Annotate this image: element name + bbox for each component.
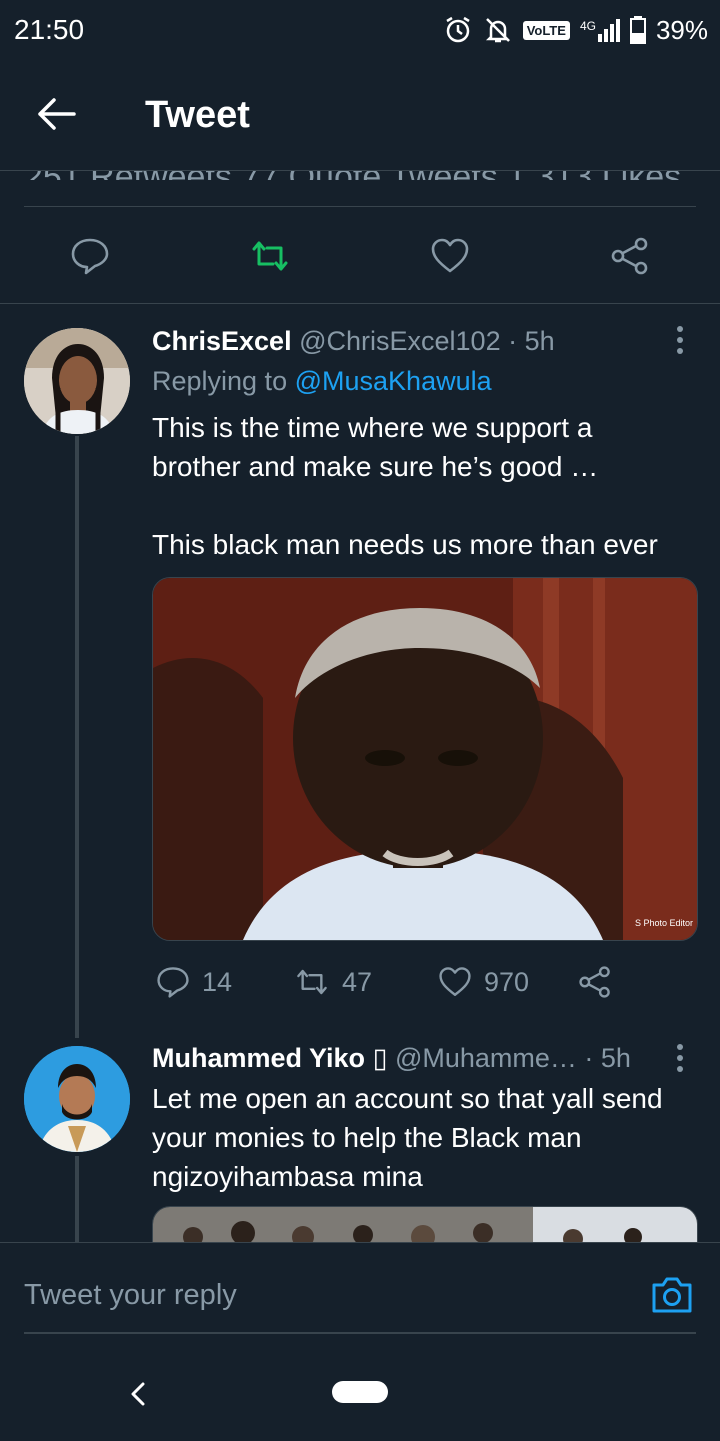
name-emoji: ▯ (372, 1043, 388, 1073)
reply-icon[interactable] (70, 236, 110, 276)
arrow-left-icon[interactable] (34, 92, 78, 136)
tweet-action-bar (0, 226, 720, 286)
signal-icon: 4G (579, 18, 620, 42)
media-watermark: S Photo Editor (635, 918, 693, 928)
photo (153, 1207, 697, 1243)
status-icons: VoLTE 4G 39% (443, 12, 708, 48)
avatar-image (24, 1046, 130, 1152)
tweet-time: · 5h (584, 1043, 631, 1073)
replying-to: Replying to @MusaKhawula (152, 366, 492, 397)
tweet-time: · 5h (508, 326, 555, 356)
system-back-icon[interactable] (124, 1379, 154, 1409)
tweet-text-line: your monies to help the Black man (152, 1122, 582, 1153)
reply-input[interactable]: Tweet your reply (24, 1279, 237, 1312)
share-icon[interactable] (610, 236, 650, 276)
tweet-text: Let me open an account so that yall send… (152, 1079, 712, 1196)
replying-label: Replying to (152, 366, 288, 396)
tweet-header: Muhammed Yiko ▯ @Muhamme… · 5h (152, 1043, 631, 1074)
network-type: 4G (579, 18, 596, 33)
tweet-header: ChrisExcel @ChrisExcel102 · 5h (152, 326, 555, 357)
camera-icon[interactable] (650, 1275, 694, 1315)
status-time: 21:50 (14, 14, 85, 45)
reply-count: 14 (202, 966, 233, 997)
more-options-icon[interactable] (670, 322, 690, 358)
tweet-text-line: This black man needs us more than ever (152, 529, 658, 560)
tweet-text-line: Let me open an account so that yall send (152, 1083, 663, 1114)
retweet-icon[interactable] (250, 236, 290, 276)
retweet-button[interactable]: 47 (294, 962, 372, 1002)
avatar[interactable] (24, 328, 130, 434)
system-home-pill[interactable] (332, 1381, 388, 1403)
tweet-media-image[interactable]: S Photo Editor (152, 577, 698, 941)
app-bar: Tweet (0, 62, 720, 171)
retweet-icon (297, 969, 327, 995)
like-button[interactable]: 970 (438, 962, 529, 1002)
tweet-text-line: ngizoyihambasa mina (152, 1161, 423, 1192)
battery-icon (629, 16, 646, 44)
tweet-text: This is the time where we support a brot… (152, 408, 712, 564)
page-title: Tweet (145, 94, 250, 136)
alarm-icon (446, 16, 470, 43)
input-underline (24, 1332, 696, 1334)
volte-badge: VoLTE (522, 20, 570, 40)
tweet-media-image[interactable] (152, 1206, 698, 1243)
divider (0, 303, 720, 304)
like-count: 970 (484, 966, 530, 997)
reply-icon (157, 967, 189, 998)
reply-actions: 14 47 970 (152, 962, 692, 1002)
more-options-icon[interactable] (670, 1040, 690, 1076)
display-name[interactable]: ChrisExcel (152, 326, 292, 356)
reply-composer: Tweet your reply (0, 1242, 720, 1441)
mention-link[interactable]: @MusaKhawula (295, 366, 492, 396)
user-handle[interactable]: @Muhamme… (395, 1043, 577, 1073)
share-button[interactable] (578, 962, 612, 1002)
display-name[interactable]: Muhammed Yiko (152, 1043, 365, 1073)
notifications-off-icon (485, 18, 510, 43)
photo: S Photo Editor (153, 578, 697, 940)
reply-button[interactable]: 14 (156, 962, 232, 1002)
status-bar: 21:50 VoLTE 4G 39% (0, 0, 720, 62)
divider (24, 206, 696, 207)
thread-line (75, 1156, 79, 1242)
thread-line (75, 436, 79, 1038)
share-icon (579, 966, 610, 998)
tweet-text-line: brother and make sure he’s good … (152, 451, 599, 482)
user-handle[interactable]: @ChrisExcel102 (299, 326, 501, 356)
avatar[interactable] (24, 1046, 130, 1152)
tweet-text-line: This is the time where we support a (152, 412, 593, 443)
like-icon[interactable] (430, 236, 470, 276)
avatar-image (24, 328, 130, 434)
like-icon (439, 967, 471, 996)
battery-percent: 39% (655, 14, 708, 45)
retweet-count: 47 (342, 966, 373, 997)
